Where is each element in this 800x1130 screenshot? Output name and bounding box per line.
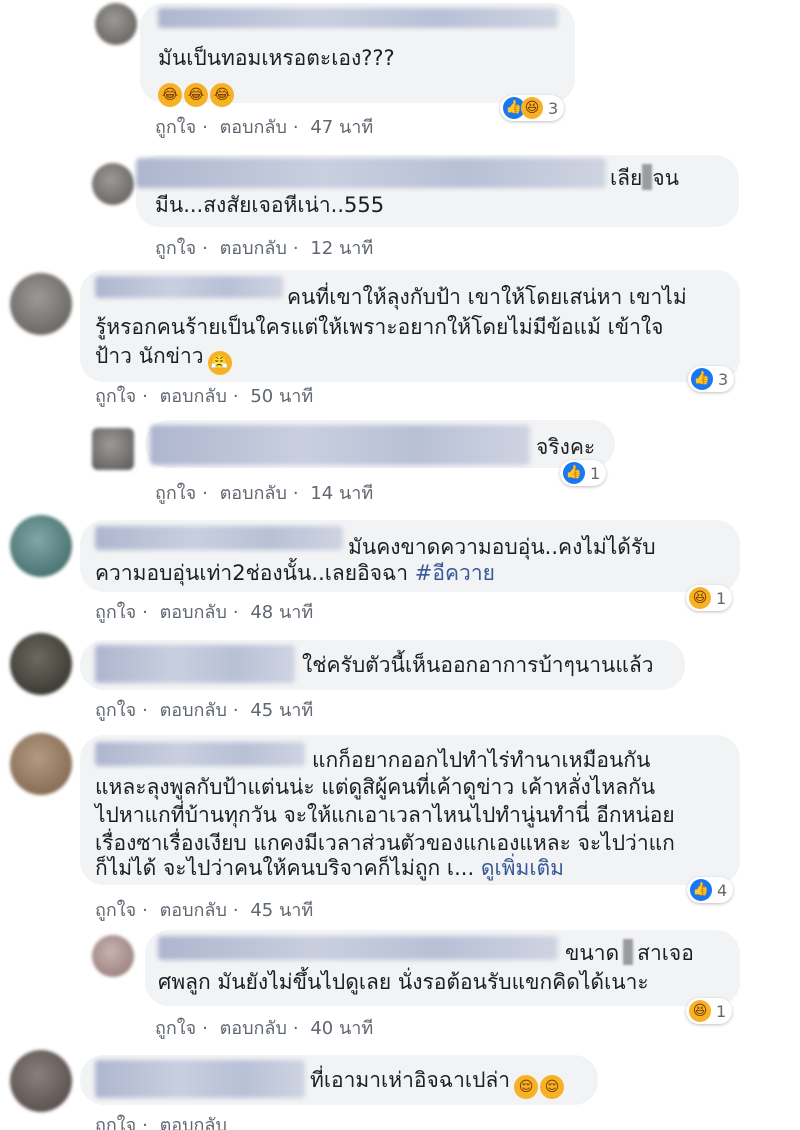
reaction-summary[interactable]: 👍 😆 3 bbox=[500, 95, 565, 121]
grimacing-emoji: 😤 bbox=[207, 351, 232, 375]
commenter-name[interactable] bbox=[95, 1060, 305, 1098]
reply-link[interactable]: ตอบกลับ bbox=[160, 602, 227, 623]
reply-link[interactable]: ตอบกลับ bbox=[160, 900, 227, 921]
comment-text: รู้หรอกคนร้ายเป็นใครแต่ให้เพราะอยากให้โด… bbox=[95, 315, 664, 339]
comment-text: แหละลุงพูลกับป้าแต่นน่ะ แต่ดูสิผู้คนที่เ… bbox=[95, 775, 656, 799]
comment-text: มีน...สงสัยเจอหีเน่า..555 bbox=[155, 193, 385, 217]
comment-time[interactable]: 40 นาที bbox=[310, 1018, 373, 1039]
relieved-emoji: 😌 bbox=[514, 1075, 539, 1099]
haha-reaction-icon: 😆 bbox=[521, 97, 543, 119]
like-reaction-icon: 👍 bbox=[563, 462, 585, 484]
comment-actions: ถูกใจ · ตอบกลับ · 14 นาที bbox=[155, 483, 374, 504]
reaction-summary[interactable]: 😆 1 bbox=[686, 998, 733, 1024]
laughing-emoji: 😂 bbox=[184, 83, 208, 107]
redaction-block bbox=[623, 939, 634, 965]
reply-link[interactable]: ตอบกลับ bbox=[220, 117, 287, 138]
avatar[interactable] bbox=[95, 3, 137, 45]
redaction-block bbox=[642, 164, 653, 190]
avatar[interactable] bbox=[10, 515, 72, 577]
laughing-emoji: 😂 bbox=[210, 83, 234, 107]
hashtag-link[interactable]: #อีควาย bbox=[415, 561, 495, 585]
like-reaction-icon: 👍 bbox=[690, 879, 712, 901]
avatar[interactable] bbox=[10, 733, 72, 795]
comment-time[interactable]: 45 นาที bbox=[250, 900, 313, 921]
comment-text: ไปหาแกที่บ้านทุกวัน จะให้แกเอาเวลาไหนไปท… bbox=[95, 803, 675, 827]
laughing-emoji: 😂 bbox=[158, 83, 182, 107]
comment-text: คนที่เขาให้ลุงกับป้า เขาให้โดยเสน่หา เขา… bbox=[287, 285, 687, 309]
commenter-name[interactable] bbox=[150, 425, 530, 465]
comment-actions: ถูกใจ · ตอบกลับ · 50 นาที bbox=[95, 386, 314, 407]
reply-link[interactable]: ตอบกลับ bbox=[220, 1018, 287, 1039]
commenter-name[interactable] bbox=[95, 742, 305, 766]
avatar[interactable] bbox=[10, 1050, 72, 1112]
comment-text: ขนาด สาเจอ bbox=[565, 939, 694, 965]
comment-actions: ถูกใจ · ตอบกลับ · 48 นาที bbox=[95, 602, 314, 623]
comment-text: ก็ไม่ได้ จะไปว่าคนให้คนบริจาคก็ไม่ถูก เ.… bbox=[95, 856, 564, 880]
reply-link[interactable]: ตอบกลับ bbox=[220, 483, 287, 504]
like-link[interactable]: ถูกใจ bbox=[95, 700, 136, 721]
reaction-summary[interactable]: 👍 4 bbox=[687, 877, 734, 903]
avatar[interactable] bbox=[92, 428, 134, 470]
comment-text: ศพลูก มันยังไม่ขึ้นไปดูเลย นั่งรอต้อนรับ… bbox=[158, 970, 649, 994]
reaction-summary[interactable]: 👍 1 bbox=[560, 460, 607, 486]
comment-time[interactable]: 45 นาที bbox=[250, 700, 313, 721]
comment-time[interactable]: 50 นาที bbox=[250, 386, 313, 407]
like-link[interactable]: ถูกใจ bbox=[95, 602, 136, 623]
comment-text: ป้าว นักข่าว 😤 bbox=[95, 341, 234, 375]
avatar[interactable] bbox=[92, 163, 134, 205]
like-link[interactable]: ถูกใจ bbox=[95, 900, 136, 921]
comment-actions: ถูกใจ · ตอบกลับ · 40 นาที bbox=[155, 1018, 374, 1039]
see-more-link[interactable]: ดูเพิ่มเติม bbox=[481, 856, 564, 880]
haha-reaction-icon: 😆 bbox=[689, 587, 711, 609]
like-link[interactable]: ถูกใจ bbox=[155, 483, 196, 504]
like-link[interactable]: ถูกใจ bbox=[95, 386, 136, 407]
commenter-name[interactable] bbox=[158, 936, 558, 960]
reply-link[interactable]: ตอบกลับ bbox=[220, 238, 287, 259]
like-link[interactable]: ถูกใจ bbox=[155, 117, 196, 138]
comment-time[interactable]: 48 นาที bbox=[250, 602, 313, 623]
comment-actions: ถูกใจ · ตอบกลับ · 47 นาที bbox=[155, 117, 374, 138]
comment-text: มันเป็นทอมเหรอตะเอง??? bbox=[158, 46, 395, 70]
avatar[interactable] bbox=[10, 273, 72, 335]
like-link[interactable]: ถูกใจ bbox=[155, 1018, 196, 1039]
comment-emojis: 😂 😂 😂 bbox=[158, 73, 236, 107]
comment-text: ที่เอามาเห่าอิจฉาเปล่า 😌 😌 bbox=[310, 1065, 566, 1099]
comment-actions: ถูกใจ · ตอบกลับ · 45 นาที bbox=[95, 700, 314, 721]
comment-text: เลีย จน bbox=[610, 164, 680, 190]
comment-time[interactable]: 12 นาที bbox=[310, 238, 373, 259]
comment-actions: ถูกใจ · ตอบกลับ bbox=[95, 1110, 233, 1130]
like-link[interactable]: ถูกใจ bbox=[155, 238, 196, 259]
comment-actions: ถูกใจ · ตอบกลับ · 12 นาที bbox=[155, 238, 374, 259]
reply-link[interactable]: ตอบกลับ bbox=[160, 386, 227, 407]
comment-time[interactable]: 47 นาที bbox=[310, 117, 373, 138]
like-link[interactable]: ถูกใจ bbox=[95, 1115, 136, 1130]
avatar[interactable] bbox=[10, 633, 72, 695]
relieved-emoji: 😌 bbox=[540, 1075, 565, 1099]
haha-reaction-icon: 😆 bbox=[689, 1000, 711, 1022]
commenter-name[interactable] bbox=[158, 8, 558, 28]
comment-text: ใช่ครับตัวนี้เห็นออกอาการบ้าๆนานแล้ว bbox=[302, 653, 654, 677]
avatar[interactable] bbox=[92, 935, 134, 977]
comment-time[interactable]: 14 นาที bbox=[310, 483, 373, 504]
commenter-name[interactable] bbox=[95, 526, 343, 550]
commenter-name[interactable] bbox=[136, 158, 606, 188]
commenter-name[interactable] bbox=[95, 645, 295, 683]
comment-actions: ถูกใจ · ตอบกลับ · 45 นาที bbox=[95, 900, 314, 921]
like-reaction-icon: 👍 bbox=[691, 368, 713, 390]
comment-text: ความอบอุ่นเท่า2ช่องนั้น..เลยอิจฉา #อีควา… bbox=[95, 561, 495, 585]
comment-text: จริงคะ bbox=[536, 435, 596, 459]
commenter-name[interactable] bbox=[95, 276, 283, 298]
reaction-summary[interactable]: 😆 1 bbox=[686, 585, 733, 611]
reply-link[interactable]: ตอบกลับ bbox=[160, 700, 227, 721]
reaction-summary[interactable]: 👍 3 bbox=[688, 366, 735, 392]
reply-link[interactable]: ตอบกลับ bbox=[160, 1115, 227, 1130]
